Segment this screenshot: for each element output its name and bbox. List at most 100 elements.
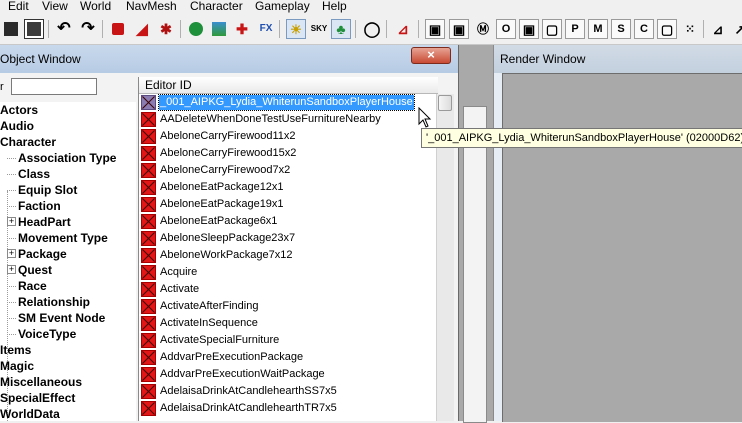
sound-box-button[interactable]: S [611, 19, 631, 39]
tree-node[interactable]: + HeadPart [7, 214, 71, 230]
menu-world[interactable]: World [80, 0, 111, 13]
package-icon [141, 180, 156, 195]
list-item[interactable]: AbeloneSleepPackage23x7 [139, 230, 438, 247]
critter-icon[interactable]: ✱ [156, 19, 176, 39]
list-item[interactable]: ActivateInSequence [139, 315, 438, 332]
fx-icon[interactable]: FX [256, 19, 276, 39]
render-viewport[interactable] [502, 73, 742, 422]
tree-node[interactable]: Class [7, 166, 50, 182]
tree-node[interactable]: + Quest [7, 262, 52, 278]
light-bulb-icon[interactable]: ☀ [286, 19, 306, 39]
list-item-selected[interactable]: _001_AIPKG_Lydia_WhiterunSandboxPlayerHo… [139, 94, 438, 111]
tree-node[interactable]: VoiceType [7, 326, 76, 342]
tree-node[interactable]: Items [0, 342, 31, 358]
list-item[interactable]: AddvarPreExecutionWaitPackage [139, 366, 438, 383]
list-item[interactable]: AbeloneEatPackage19x1 [139, 196, 438, 213]
m-circle-icon[interactable]: Ⓜ [473, 19, 493, 39]
sky-icon[interactable]: SKY [309, 19, 329, 39]
package-icon [141, 214, 156, 229]
undo-icon[interactable]: ↶ [54, 19, 74, 39]
menu-character[interactable]: Character [190, 0, 243, 13]
tree-node[interactable]: Equip Slot [7, 182, 77, 198]
expand-icon[interactable]: + [7, 217, 16, 226]
tree-branch-line [7, 302, 16, 303]
list-item[interactable]: AbeloneCarryFirewood7x2 [139, 162, 438, 179]
expand-icon[interactable]: + [7, 249, 16, 258]
tree-node[interactable]: Movement Type [7, 230, 108, 246]
tree-node-label: Magic [0, 359, 35, 373]
dots-grid-icon[interactable]: ⁙ [680, 19, 700, 39]
list-item[interactable]: AbeloneCarryFirewood15x2 [139, 145, 438, 162]
tree-node[interactable]: Miscellaneous [0, 374, 82, 390]
globe-icon[interactable] [186, 19, 206, 39]
grass-icon[interactable]: ♣ [331, 19, 351, 39]
havok-icon[interactable]: ✚ [232, 19, 252, 39]
tree-node[interactable]: Relationship [7, 294, 90, 310]
list-item[interactable]: AbeloneEatPackage6x1 [139, 213, 438, 230]
tree-node[interactable]: SpecialEffect [0, 390, 75, 406]
list-item-label: AbeloneCarryFirewood15x2 [160, 147, 297, 159]
list-item[interactable]: AdelaisaDrinkAtCandlehearthTR7x5 [139, 400, 438, 417]
list-item[interactable]: AbeloneEatPackage12x1 [139, 179, 438, 196]
collision-box-button[interactable]: C [634, 19, 654, 39]
list-item[interactable]: AADeleteWhenDoneTestUseFurnitureNearby [139, 111, 438, 128]
close-button[interactable]: × [411, 47, 451, 64]
column-header-editor-id[interactable]: Editor ID [139, 77, 438, 94]
tree-node[interactable]: Race [7, 278, 47, 294]
tree-node-label: Miscellaneous [0, 375, 83, 389]
category-tree[interactable]: Actors Audio Character Association Type Clas… [0, 102, 136, 421]
marker-icon[interactable]: ◢ [132, 19, 152, 39]
list-item[interactable]: Activate [139, 281, 438, 298]
landscape-icon[interactable] [209, 19, 229, 39]
cube-alt-icon[interactable]: ▣ [449, 19, 469, 39]
menu-view[interactable]: View [42, 0, 68, 13]
list-item[interactable]: AddvarPreExecutionPackage [139, 349, 438, 366]
chip-icon[interactable] [108, 19, 128, 39]
arrow-icon[interactable]: ↗ [730, 19, 742, 39]
tree-node[interactable]: SM Event Node [7, 310, 105, 326]
marker-box-button[interactable]: M [588, 19, 608, 39]
menu-edit[interactable]: Edit [8, 0, 29, 13]
package-icon [141, 231, 156, 246]
list-item-label: AdelaisaDrinkAtCandlehearthSS7x5 [160, 385, 337, 397]
render-window-titlebar[interactable]: Render Window [494, 45, 742, 73]
save-icon[interactable] [24, 19, 44, 39]
speech-bubble-icon[interactable]: ◯ [362, 19, 382, 39]
tree-node[interactable]: Faction [7, 198, 61, 214]
redo-icon[interactable]: ↷ [78, 19, 98, 39]
list-item[interactable]: Acquire [139, 264, 438, 281]
scrollbar-thumb[interactable] [438, 95, 452, 111]
cube-icon[interactable]: ▣ [425, 19, 445, 39]
menu-help[interactable]: Help [322, 0, 347, 13]
cube-outline-icon[interactable]: ▢ [542, 19, 562, 39]
new-file-icon[interactable] [1, 19, 21, 39]
object-box-button[interactable]: O [496, 19, 516, 39]
cube-wire-icon[interactable]: ▢ [657, 19, 677, 39]
list-item[interactable]: AbeloneWorkPackage7x12 [139, 247, 438, 264]
package-icon [141, 299, 156, 314]
package-icon [141, 367, 156, 382]
portal-box-button[interactable]: P [565, 19, 585, 39]
object-window-titlebar[interactable]: Object Window × [0, 45, 458, 73]
list-item[interactable]: AdelaisaDrinkAtCandlehearthSS7x5 [139, 383, 438, 400]
tree-node[interactable]: Actors [0, 102, 38, 118]
tree-node[interactable]: Audio [0, 118, 34, 134]
list-item[interactable]: ActivateAfterFinding [139, 298, 438, 315]
menu-navmesh[interactable]: NavMesh [126, 0, 177, 13]
editor-id-list[interactable]: Editor ID _001_AIPKG_Lydia_WhiterunSandb… [138, 77, 438, 421]
tree-branch-line [7, 286, 16, 287]
list-item[interactable]: AbeloneCarryFirewood11x2 [139, 128, 438, 145]
tree-node[interactable]: WorldData [0, 406, 60, 421]
package-icon [141, 146, 156, 161]
measure-icon[interactable]: ⊿ [708, 19, 728, 39]
tree-node[interactable]: Character [0, 134, 56, 150]
list-item[interactable]: ActivateSpecialFurniture [139, 332, 438, 349]
tree-node[interactable]: + Package [7, 246, 67, 262]
tree-node[interactable]: Magic [0, 358, 34, 374]
menu-gameplay[interactable]: Gameplay [255, 0, 310, 13]
filter-input[interactable] [11, 78, 97, 95]
axis-icon[interactable]: ⊿ [393, 19, 413, 39]
tree-node[interactable]: Association Type [7, 150, 116, 166]
cube-small-icon[interactable]: ▣ [519, 19, 539, 39]
expand-icon[interactable]: + [7, 265, 16, 274]
